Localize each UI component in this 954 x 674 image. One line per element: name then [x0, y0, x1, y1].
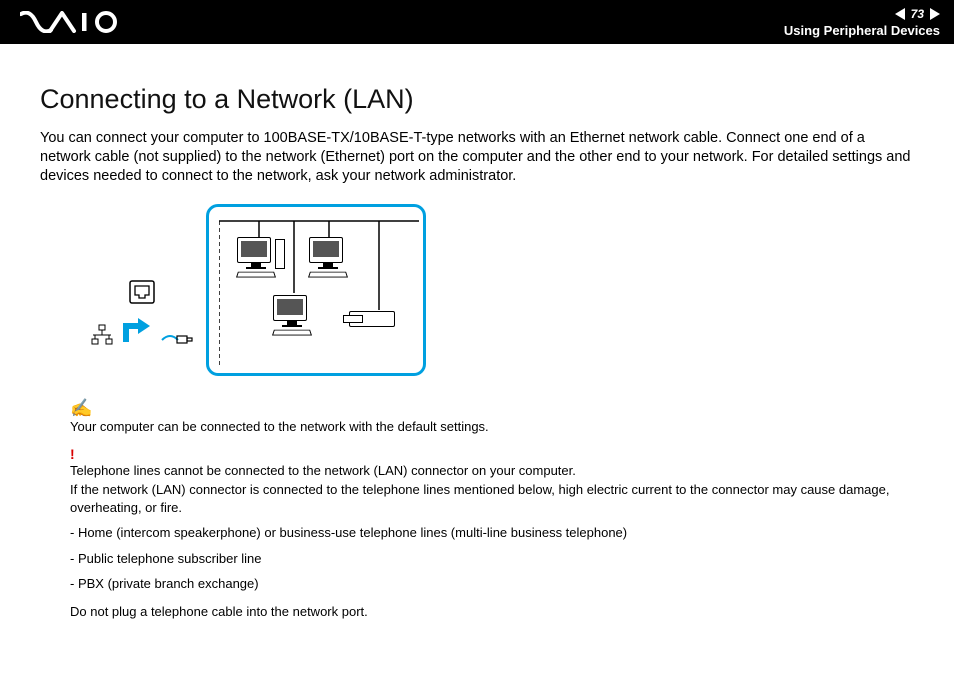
section-title: Using Peripheral Devices	[784, 23, 940, 38]
ethernet-port-icon	[129, 280, 155, 304]
note-icon: ✍	[70, 398, 92, 418]
warning-bullet: - Public telephone subscriber line	[70, 550, 914, 568]
warning-bullet: - PBX (private branch exchange)	[70, 575, 914, 593]
intro-paragraph: You can connect your computer to 100BASE…	[40, 129, 914, 186]
warning-icon: !	[70, 446, 75, 462]
warning-line-2: If the network (LAN) connector is connec…	[70, 481, 914, 516]
network-devices-illustration	[206, 204, 426, 376]
cable-plug-icon	[160, 330, 194, 346]
page-navigation: 73	[895, 7, 940, 21]
prev-page-button[interactable]	[895, 8, 905, 20]
network-topology-icon	[90, 324, 114, 346]
note-text: Your computer can be connected to the ne…	[70, 419, 489, 434]
warning-bullet: - Home (intercom speakerphone) or busine…	[70, 524, 914, 542]
network-diagram	[90, 204, 914, 376]
vaio-logo	[20, 11, 130, 33]
page-header: 73 Using Peripheral Devices	[0, 0, 954, 44]
next-page-button[interactable]	[930, 8, 940, 20]
note-block: ✍ Your computer can be connected to the …	[70, 398, 914, 434]
connection-arrow-icon	[120, 312, 154, 346]
page-title: Connecting to a Network (LAN)	[40, 84, 914, 115]
warning-final: Do not plug a telephone cable into the n…	[70, 603, 914, 621]
page-content: Connecting to a Network (LAN) You can co…	[0, 44, 954, 620]
warning-block: ! Telephone lines cannot be connected to…	[70, 446, 914, 621]
warning-line-1: Telephone lines cannot be connected to t…	[70, 462, 914, 480]
page-number: 73	[911, 7, 924, 21]
